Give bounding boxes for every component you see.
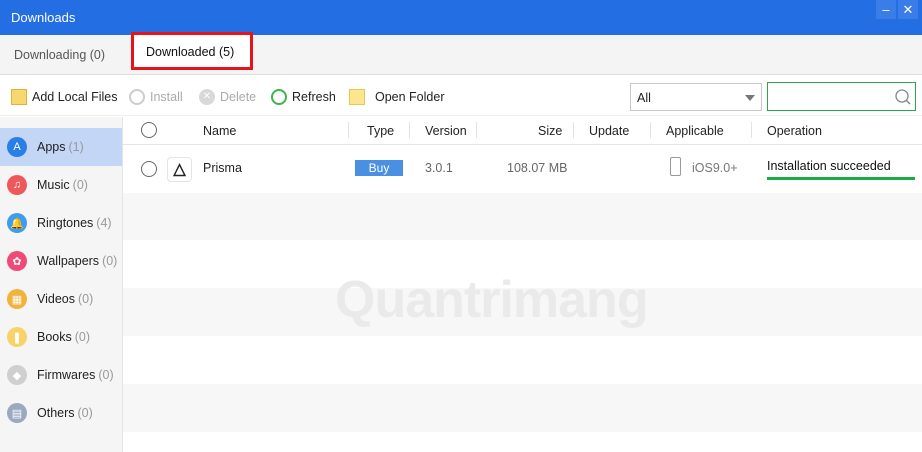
folder-download-icon	[11, 89, 27, 105]
minimize-button[interactable]: –	[876, 0, 896, 19]
install-progress-bar	[767, 177, 915, 180]
sidebar-item-label: Ringtones	[37, 216, 94, 230]
sidebar-item-music[interactable]: ♫ Music (0)	[0, 166, 122, 204]
install-icon	[129, 89, 145, 105]
install-button[interactable]: Install	[129, 89, 183, 105]
iphone-icon	[670, 157, 681, 176]
col-size[interactable]: Size	[538, 124, 562, 138]
sidebar-item-label: Videos	[37, 292, 75, 306]
sidebar-item-ringtones[interactable]: 🔔 Ringtones (4)	[0, 204, 122, 242]
sidebar-item-count: (0)	[102, 254, 118, 268]
close-button[interactable]: ✕	[898, 0, 918, 19]
row-checkbox[interactable]	[141, 161, 157, 177]
operation-status: Installation succeeded	[767, 159, 891, 173]
table-header: Name Type Version Size Update Applicable…	[123, 117, 922, 145]
sidebar-item-firmwares[interactable]: ◆ Firmwares (0)	[0, 356, 122, 394]
empty-row	[123, 384, 922, 432]
sidebar-item-label: Books	[37, 330, 72, 344]
refresh-label: Refresh	[292, 90, 336, 104]
tab-downloaded[interactable]: Downloaded (5)	[131, 32, 253, 70]
others-icon: ▤	[7, 403, 27, 423]
refresh-icon	[271, 89, 287, 105]
app-applicable: iOS9.0+	[692, 161, 738, 175]
chevron-down-icon	[745, 95, 755, 106]
sidebar-item-count: (1)	[68, 140, 84, 154]
title-bar: Downloads – ✕	[0, 0, 922, 35]
sidebar-item-books[interactable]: ❚ Books (0)	[0, 318, 122, 356]
books-icon: ❚	[7, 327, 27, 347]
add-local-files-label: Add Local Files	[32, 90, 118, 104]
watermark: Quantrimang	[335, 271, 649, 329]
sidebar-item-label: Firmwares	[37, 368, 96, 382]
refresh-button[interactable]: Refresh	[271, 89, 336, 105]
folder-icon	[349, 89, 365, 105]
app-size: 108.07 MB	[507, 161, 568, 175]
sidebar-item-label: Others	[37, 406, 75, 420]
select-all-checkbox[interactable]	[141, 122, 157, 138]
app-version: 3.0.1	[425, 161, 453, 175]
col-update[interactable]: Update	[589, 124, 629, 138]
delete-icon: ✕	[199, 89, 215, 105]
sidebar-item-count: (0)	[74, 330, 91, 344]
sidebar-item-wallpapers[interactable]: ✿ Wallpapers (0)	[0, 242, 122, 280]
col-version[interactable]: Version	[425, 124, 467, 138]
table-row[interactable]: △ Prisma Buy 3.0.1 108.07 MB iOS9.0+ Ins…	[123, 145, 922, 193]
tab-bar: Downloading (0) Downloaded (5)	[0, 32, 922, 76]
search-input[interactable]	[767, 82, 916, 111]
add-local-files-button[interactable]: Add Local Files	[11, 89, 117, 105]
app-name: Prisma	[203, 161, 242, 175]
sidebar-item-count: (0)	[78, 292, 94, 306]
sidebar-item-apps[interactable]: A Apps (1)	[0, 128, 122, 166]
col-operation[interactable]: Operation	[767, 124, 822, 138]
window-title: Downloads	[11, 10, 76, 25]
empty-row	[123, 192, 922, 240]
sidebar-item-count: (0)	[72, 178, 88, 192]
sidebar-item-count: (0)	[98, 368, 114, 382]
sidebar: A Apps (1) ♫ Music (0) 🔔 Ringtones (4) ✿ Wallpaper…	[0, 117, 123, 452]
wallpapers-icon: ✿	[7, 251, 27, 271]
sidebar-item-label: Apps	[37, 140, 66, 154]
col-name[interactable]: Name	[203, 124, 236, 138]
sidebar-item-count: (4)	[96, 216, 112, 230]
apps-icon: A	[7, 137, 27, 157]
sidebar-item-label: Music	[37, 178, 70, 192]
sidebar-item-others[interactable]: ▤ Others (0)	[0, 394, 122, 432]
toolbar: Add Local Files Install ✕ Delete Refresh…	[0, 76, 922, 116]
tab-downloading[interactable]: Downloading (0)	[14, 35, 105, 76]
delete-button[interactable]: ✕ Delete	[199, 89, 256, 105]
sidebar-item-count: (0)	[77, 406, 93, 420]
open-folder-button[interactable]: Open Folder	[349, 89, 444, 105]
firmwares-icon: ◆	[7, 365, 27, 385]
filter-select[interactable]: All	[630, 83, 762, 111]
col-applicable[interactable]: Applicable	[666, 124, 724, 138]
filter-value: All	[637, 91, 651, 105]
open-folder-label: Open Folder	[375, 90, 445, 104]
col-type[interactable]: Type	[367, 124, 394, 138]
music-icon: ♫	[7, 175, 27, 195]
search-icon	[895, 89, 911, 105]
ringtones-icon: 🔔	[7, 213, 27, 233]
sidebar-item-label: Wallpapers	[37, 254, 100, 268]
videos-icon: ▦	[7, 289, 27, 309]
sidebar-item-videos[interactable]: ▦ Videos (0)	[0, 280, 122, 318]
buy-badge[interactable]: Buy	[355, 160, 403, 176]
prisma-app-icon: △	[167, 157, 192, 182]
install-label: Install	[150, 90, 183, 104]
download-list: Quantrimang Name Type Version Size Updat…	[123, 117, 922, 452]
delete-label: Delete	[220, 90, 257, 104]
